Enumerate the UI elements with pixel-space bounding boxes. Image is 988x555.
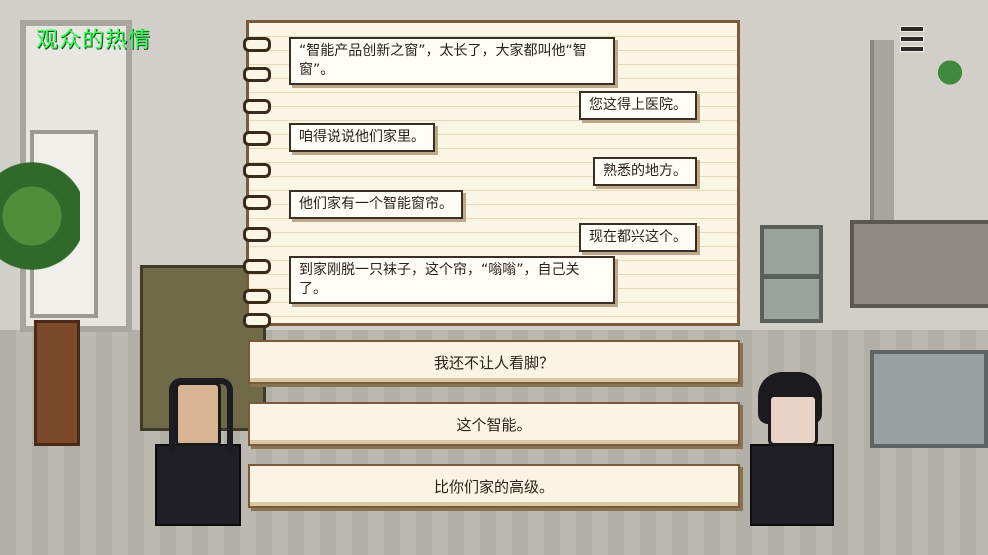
choice-option-2[interactable]: 这个智能。 xyxy=(248,402,740,446)
choice-option-3[interactable]: 比你们家的高级。 xyxy=(248,464,740,508)
ring-icon xyxy=(243,99,271,114)
character-head xyxy=(175,382,221,446)
ring-icon xyxy=(243,131,271,146)
ring-icon xyxy=(243,313,271,328)
cabinet xyxy=(870,350,988,448)
monitor xyxy=(760,225,823,278)
potted-plant-leaves xyxy=(0,160,80,300)
dialogue-bubble-right: 现在都兴这个。 xyxy=(579,223,697,252)
dialogue-notebook: “智能产品创新之窗”，太长了，大家都叫他“智窗”。 您这得上医院。 咱得说说他们… xyxy=(243,20,740,328)
dialogue-bubble-left: 他们家有一个智能窗帘。 xyxy=(289,190,463,219)
character-head xyxy=(768,394,818,446)
ring-icon xyxy=(243,289,271,304)
ring-icon xyxy=(243,227,271,242)
hanging-plant xyxy=(930,45,970,100)
monitor xyxy=(760,275,823,323)
character-body xyxy=(750,444,834,526)
dialogue-bubble-right: 您这得上医院。 xyxy=(579,91,697,120)
character-right xyxy=(750,372,834,526)
dialogue-bubble-left: “智能产品创新之窗”，太长了，大家都叫他“智窗”。 xyxy=(289,37,615,85)
dialogue-bubble-right: 熟悉的地方。 xyxy=(593,157,697,186)
ring-icon xyxy=(243,195,271,210)
hamburger-menu-icon[interactable] xyxy=(900,26,924,52)
choice-option-1[interactable]: 我还不让人看脚？ xyxy=(248,340,740,384)
desk xyxy=(850,220,988,308)
character-body xyxy=(155,444,241,526)
dialogue-bubble-left: 到家刚脱一只袜子，这个帘，“嗡嗡”，自己关了。 xyxy=(289,256,615,304)
dialogue-bubble-left: 咱得说说他们家里。 xyxy=(289,123,435,152)
character-left xyxy=(155,378,241,526)
ring-icon xyxy=(243,67,271,82)
ring-icon xyxy=(243,259,271,274)
plant-pot xyxy=(34,320,80,446)
hud-title: 观众的热情 xyxy=(36,28,152,53)
ring-icon xyxy=(243,163,271,178)
ring-icon xyxy=(243,37,271,52)
